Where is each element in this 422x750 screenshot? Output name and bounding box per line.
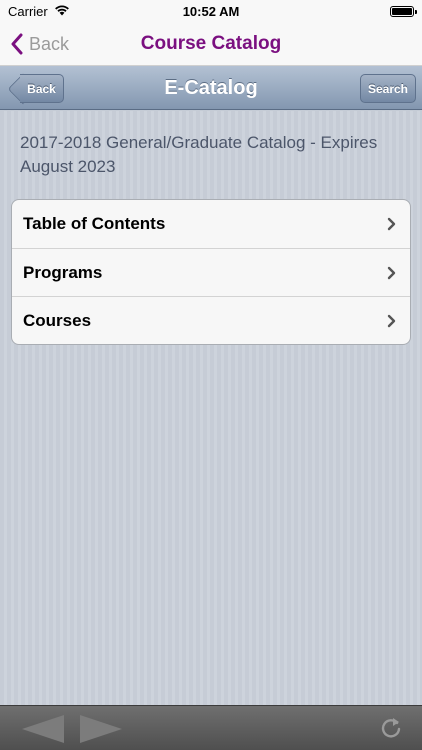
bottom-toolbar [0,705,422,750]
nav-bar: Back Course Catalog [0,22,422,66]
catalog-heading: 2017-2018 General/Graduate Catalog - Exp… [20,133,378,176]
wifi-icon [54,4,70,19]
chevron-right-icon [387,217,396,231]
toolbar-back-wrap: Back [6,66,66,110]
next-arrow-icon[interactable] [78,714,124,749]
status-left: Carrier [8,4,70,19]
list-item-label: Programs [23,262,103,282]
list-item-programs[interactable]: Programs [12,248,410,296]
battery-icon [390,5,417,17]
nav-back-button[interactable]: Back [10,30,69,58]
catalog-list: Table of Contents Programs Courses [11,199,411,345]
chevron-right-icon [387,266,396,280]
list-item-courses[interactable]: Courses [12,296,410,344]
carrier-label: Carrier [8,3,48,19]
nav-back-label: Back [29,33,70,54]
prev-arrow-icon[interactable] [20,714,66,749]
chevron-left-icon [10,33,23,55]
search-button[interactable]: Search [359,74,416,103]
catalog-toolbar: Back E-Catalog Search [0,66,422,110]
list-item-label: Table of Contents [23,214,166,233]
content-area: 2017-2018 General/Graduate Catalog - Exp… [0,111,422,705]
status-bar: Carrier 10:52 AM [0,0,422,22]
list-item-label: Courses [23,310,92,330]
refresh-icon[interactable] [380,717,402,744]
chevron-right-icon [387,314,396,328]
toolbar-back-button[interactable]: Back [20,74,64,103]
list-item-table-of-contents[interactable]: Table of Contents [12,200,410,248]
